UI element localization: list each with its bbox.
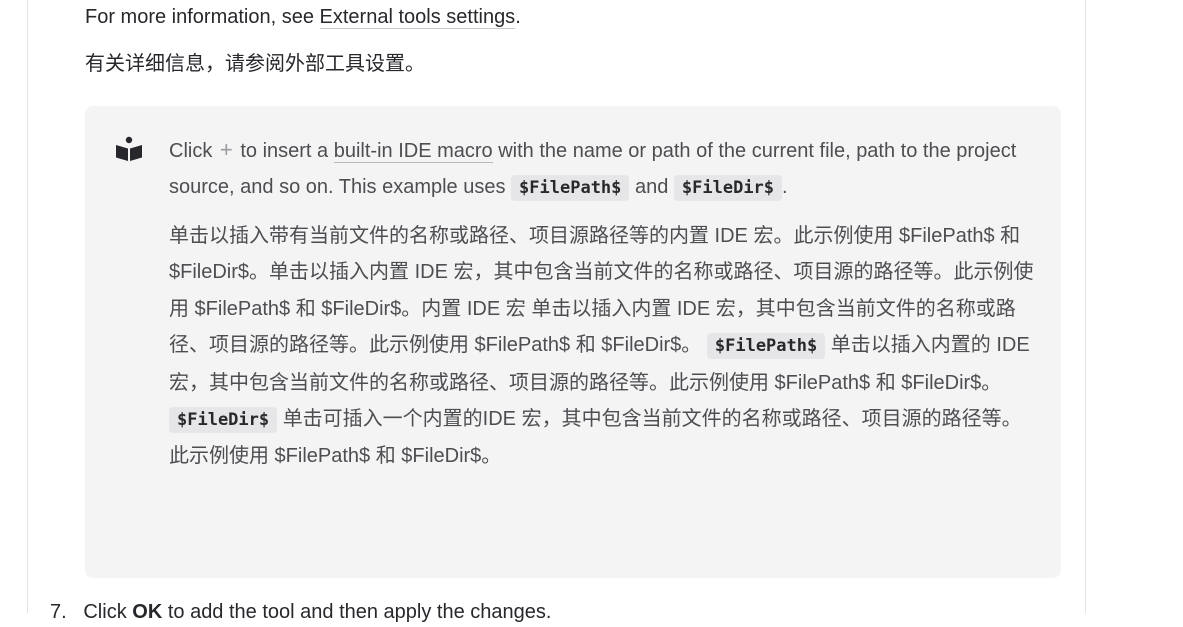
tip-text: to insert a <box>240 140 329 162</box>
step-bold-ok: OK <box>132 601 163 623</box>
external-tools-settings-link[interactable]: External tools settings <box>319 6 516 29</box>
intro-text: For more information, see <box>85 6 320 28</box>
code-filepath-zh: $FilePath$ <box>706 333 826 360</box>
plus-icon: + <box>219 137 233 162</box>
step-item: 7. Click OK to add the tool and then app… <box>50 597 551 627</box>
intro-paragraph-zh: 有关详细信息，请参阅外部工具设置。 <box>85 53 425 75</box>
tip-note-body: Click + to insert a built-in IDE macro w… <box>169 132 1039 475</box>
content-right-border <box>1085 0 1086 613</box>
tip-note: Click + to insert a built-in IDE macro w… <box>85 106 1061 578</box>
built-in-ide-macro-link[interactable]: built-in IDE macro <box>333 140 493 163</box>
tip-text: Click <box>169 140 213 162</box>
step-number: 7. <box>50 601 67 623</box>
tip-text-zh: 单击可插入一个内置的IDE 宏，其中包含当前文件的名称或路径、项目源的路径等。此… <box>169 408 1022 468</box>
intro-suffix: . <box>515 6 521 28</box>
step-text: Click <box>83 601 127 623</box>
tip-text: and <box>634 176 669 198</box>
code-filepath: $FilePath$ <box>511 175 630 201</box>
step-text: to add the tool and then apply the chang… <box>167 601 552 623</box>
content-left-border <box>27 0 28 613</box>
reader-tip-icon <box>116 136 142 161</box>
tip-paragraph-en: Click + to insert a built-in IDE macro w… <box>169 132 1039 206</box>
tip-paragraph-zh: 单击以插入带有当前文件的名称或路径、项目源路径等的内置 IDE 宏。此示例使用 … <box>169 218 1039 475</box>
tip-text: . <box>782 176 788 198</box>
intro-paragraph-en: For more information, see External tools… <box>85 2 521 32</box>
code-filedir: $FileDir$ <box>673 175 783 201</box>
code-filedir-zh: $FileDir$ <box>169 407 278 434</box>
